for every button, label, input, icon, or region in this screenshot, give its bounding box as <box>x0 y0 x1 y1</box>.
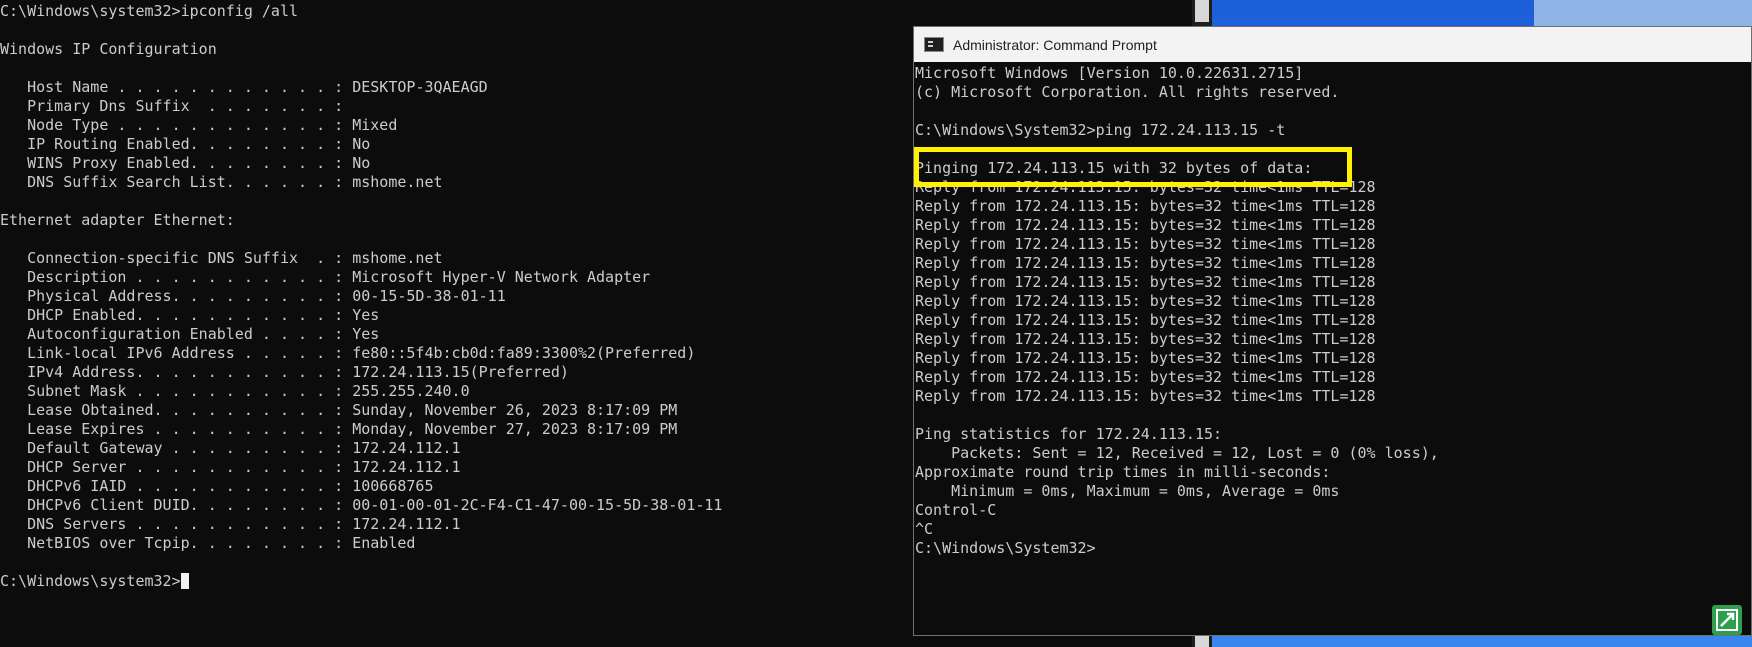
admin-line: (c) Microsoft Corporation. All rights re… <box>915 83 1340 101</box>
left-line: DHCPv6 IAID . . . . . . . . . . . : 1006… <box>0 477 434 495</box>
left-line <box>0 230 722 249</box>
window-titlebar[interactable]: Administrator: Command Prompt <box>914 27 1751 62</box>
admin-line: Control-C <box>915 501 997 519</box>
left-line: Subnet Mask . . . . . . . . . . . : 255.… <box>0 382 470 400</box>
left-line: C:\Windows\system32>ipconfig /all <box>0 2 299 20</box>
left-line: Default Gateway . . . . . . . . . : 172.… <box>0 439 461 457</box>
admin-line: Reply from 172.24.113.15: bytes=32 time<… <box>915 387 1376 405</box>
text-cursor <box>180 573 189 589</box>
left-line: Autoconfiguration Enabled . . . . : Yes <box>0 325 380 343</box>
left-prompt: C:\Windows\system32> <box>0 572 181 590</box>
left-line: WINS Proxy Enabled. . . . . . . . : No <box>0 154 371 172</box>
window-title: Administrator: Command Prompt <box>953 36 1157 53</box>
snipping-tool-icon[interactable] <box>1712 605 1742 635</box>
admin-line: Reply from 172.24.113.15: bytes=32 time<… <box>915 197 1376 215</box>
admin-line: Reply from 172.24.113.15: bytes=32 time<… <box>915 216 1376 234</box>
left-line <box>0 59 722 78</box>
command-prompt-icon <box>924 37 944 52</box>
left-line: Ethernet adapter Ethernet: <box>0 211 235 229</box>
left-line: Description . . . . . . . . . . . : Micr… <box>0 268 651 286</box>
admin-line: ^C <box>915 520 934 538</box>
admin-line: Reply from 172.24.113.15: bytes=32 time<… <box>915 235 1376 253</box>
scroll-up-thumb[interactable] <box>1195 0 1209 22</box>
admin-line: Reply from 172.24.113.15: bytes=32 time<… <box>915 368 1376 386</box>
admin-line: Reply from 172.24.113.15: bytes=32 time<… <box>915 292 1376 310</box>
left-line: IP Routing Enabled. . . . . . . . : No <box>0 135 371 153</box>
left-line: Host Name . . . . . . . . . . . . : DESK… <box>0 78 488 96</box>
left-line: DHCP Server . . . . . . . . . . . : 172.… <box>0 458 461 476</box>
admin-line: Reply from 172.24.113.15: bytes=32 time<… <box>915 254 1376 272</box>
admin-line <box>915 102 1439 121</box>
left-line: Connection-specific DNS Suffix . : mshom… <box>0 249 443 267</box>
left-line <box>0 192 722 211</box>
admin-line: Ping statistics for 172.24.113.15: <box>915 425 1223 443</box>
left-line: Primary Dns Suffix . . . . . . . : <box>0 97 344 115</box>
admin-line: Reply from 172.24.113.15: bytes=32 time<… <box>915 311 1376 329</box>
left-prompt-line[interactable]: C:\Windows\system32> <box>0 572 722 591</box>
admin-line: C:\Windows\System32>ping 172.24.113.15 -… <box>915 121 1286 139</box>
admin-line: Approximate round trip times in milli-se… <box>915 463 1331 481</box>
left-line: Lease Expires . . . . . . . . . . : Mond… <box>0 420 678 438</box>
left-line: Windows IP Configuration <box>0 40 217 58</box>
left-line: IPv4 Address. . . . . . . . . . . : 172.… <box>0 363 569 381</box>
admin-line: Reply from 172.24.113.15: bytes=32 time<… <box>915 330 1376 348</box>
admin-line: Packets: Sent = 12, Received = 12, Lost … <box>915 444 1439 462</box>
left-line: Node Type . . . . . . . . . . . . : Mixe… <box>0 116 398 134</box>
admin-command-prompt-window[interactable]: Administrator: Command Prompt Microsoft … <box>913 26 1752 636</box>
admin-console-output: Microsoft Windows [Version 10.0.22631.27… <box>915 64 1439 558</box>
admin-console[interactable]: Microsoft Windows [Version 10.0.22631.27… <box>914 63 1751 635</box>
left-line <box>0 21 722 40</box>
left-line: Physical Address. . . . . . . . . : 00-1… <box>0 287 506 305</box>
admin-line: Reply from 172.24.113.15: bytes=32 time<… <box>915 273 1376 291</box>
left-line: DHCPv6 Client DUID. . . . . . . . : 00-0… <box>0 496 723 514</box>
admin-line <box>915 406 1439 425</box>
admin-line: Microsoft Windows [Version 10.0.22631.27… <box>915 64 1304 82</box>
ping-command-highlight <box>914 147 1352 187</box>
left-line: DNS Suffix Search List. . . . . . : msho… <box>0 173 443 191</box>
left-console-output: C:\Windows\system32>ipconfig /all Windows… <box>0 2 722 591</box>
left-line: Link-local IPv6 Address . . . . . : fe80… <box>0 344 696 362</box>
left-line: DHCP Enabled. . . . . . . . . . . : Yes <box>0 306 380 324</box>
admin-line: C:\Windows\System32> <box>915 539 1096 557</box>
admin-line: Minimum = 0ms, Maximum = 0ms, Average = … <box>915 482 1340 500</box>
left-line: Lease Obtained. . . . . . . . . . : Sund… <box>0 401 678 419</box>
left-line: NetBIOS over Tcpip. . . . . . . . : Enab… <box>0 534 416 552</box>
left-line: DNS Servers . . . . . . . . . . . : 172.… <box>0 515 461 533</box>
admin-line: Reply from 172.24.113.15: bytes=32 time<… <box>915 349 1376 367</box>
left-line <box>0 553 722 572</box>
